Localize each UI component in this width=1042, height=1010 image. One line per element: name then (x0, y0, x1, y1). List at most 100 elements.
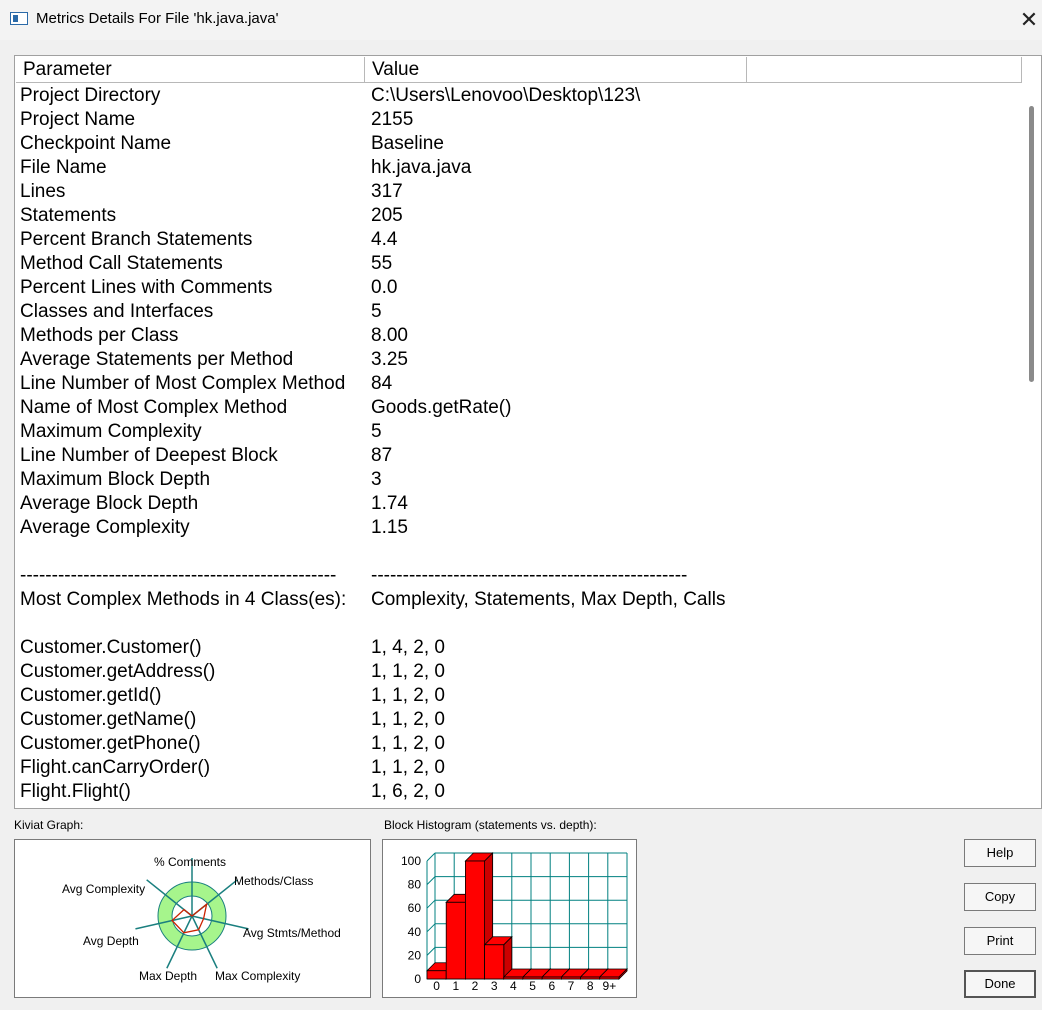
window-title: Metrics Details For File 'hk.java.java' (36, 10, 279, 27)
table-row[interactable]: Customer.getAddress() 1, 1, 2, 0 (20, 660, 1020, 684)
table-row[interactable]: Percent Lines with Comments 0.0 (20, 276, 1020, 300)
histogram-label: Block Histogram (statements vs. depth): (384, 818, 597, 832)
parameter-cell: Customer.getName() (20, 709, 197, 730)
value-cell: 1.15 (371, 517, 408, 538)
table-row[interactable] (20, 612, 1020, 636)
table-row[interactable]: Flight.Flight() 1, 6, 2, 0 (20, 780, 1020, 804)
table-row[interactable]: Percent Branch Statements 4.4 (20, 228, 1020, 252)
parameter-cell: Customer.getPhone() (20, 733, 201, 754)
help-button[interactable]: Help (964, 839, 1036, 867)
table-row[interactable]: Flight.canCarryOrder() 1, 1, 2, 0 (20, 756, 1020, 780)
table-row[interactable]: Lines 317 (20, 180, 1020, 204)
table-row[interactable]: Classes and Interfaces 5 (20, 300, 1020, 324)
x-tick-label: 1 (452, 979, 459, 993)
value-cell: 1, 1, 2, 0 (371, 709, 445, 730)
value-cell: 5 (371, 421, 382, 442)
table-row[interactable]: Customer.getPhone() 1, 1, 2, 0 (20, 732, 1020, 756)
value-cell: 84 (371, 373, 393, 394)
close-icon[interactable]: ✕ (1016, 6, 1042, 34)
histogram-bar (426, 970, 447, 980)
kiviat-axis-label: Max Complexity (215, 969, 301, 983)
x-tick-label: 8 (587, 979, 594, 993)
parameter-cell: Percent Lines with Comments (20, 277, 273, 298)
scrollbar-thumb[interactable] (1029, 106, 1034, 382)
value-cell: Goods.getRate() (371, 397, 512, 418)
kiviat-axis-label: Max Depth (139, 969, 198, 983)
x-tick-label: 5 (529, 979, 536, 993)
parameter-cell: Flight.canCarryOrder() (20, 757, 211, 778)
grid-line (426, 876, 436, 885)
table-row[interactable]: Line Number of Deepest Block 87 (20, 444, 1020, 468)
table-row[interactable]: Customer.Customer() 1, 4, 2, 0 (20, 636, 1020, 660)
grid-line (426, 899, 436, 909)
parameter-cell: Name of Most Complex Method (20, 397, 288, 418)
grid-line (426, 852, 436, 862)
table-row[interactable]: Line Number of Most Complex Method 84 (20, 372, 1020, 396)
app-icon (10, 12, 28, 25)
parameter-cell: Percent Branch Statements (20, 229, 253, 250)
table-row[interactable]: Maximum Block Depth 3 (20, 468, 1020, 492)
table-row[interactable]: Project Name 2155 (20, 108, 1020, 132)
grid-line (426, 923, 436, 933)
parameter-cell: Project Directory (20, 85, 161, 106)
value-cell: ----------------------------------------… (371, 565, 688, 586)
table-row[interactable]: Most Complex Methods in 4 Class(es): Comp… (20, 588, 1020, 612)
table-row[interactable]: Customer.getId() 1, 1, 2, 0 (20, 684, 1020, 708)
kiviat-label: Kiviat Graph: (14, 818, 84, 832)
table-row[interactable]: Maximum Complexity 5 (20, 420, 1020, 444)
table-row[interactable]: Average Block Depth 1.74 (20, 492, 1020, 516)
value-cell: hk.java.java (371, 157, 472, 178)
table-row[interactable]: Statements 205 (20, 204, 1020, 228)
value-cell: 0.0 (371, 277, 398, 298)
table-row[interactable]: Checkpoint Name Baseline (20, 132, 1020, 156)
copy-button[interactable]: Copy (964, 883, 1036, 911)
parameter-cell: ----------------------------------------… (20, 565, 337, 586)
column-header-parameter[interactable]: Parameter (16, 57, 365, 83)
table-row[interactable]: Average Complexity 1.15 (20, 516, 1020, 540)
metrics-table[interactable]: Parameter Value Project Directory C:\User… (14, 55, 1042, 809)
table-row[interactable]: Project Directory C:\Users\Lenovoo\Deskto… (20, 84, 1020, 108)
table-row[interactable]: File Name hk.java.java (20, 156, 1020, 180)
parameter-cell: Lines (20, 181, 66, 202)
x-tick-label: 7 (568, 979, 575, 993)
parameter-cell: Maximum Complexity (20, 421, 202, 442)
table-row[interactable]: Customer.getName() 1, 1, 2, 0 (20, 708, 1020, 732)
x-tick-label: 9+ (603, 979, 617, 993)
kiviat-axis-label: Methods/Class (234, 874, 314, 888)
y-tick-label: 60 (408, 901, 422, 915)
parameter-cell: Average Block Depth (20, 493, 199, 514)
table-row[interactable]: Method Call Statements 55 (20, 252, 1020, 276)
value-cell: 1.74 (371, 493, 408, 514)
parameter-cell: Customer.getAddress() (20, 661, 216, 682)
title-bar: Metrics Details For File 'hk.java.java' … (0, 0, 1042, 40)
table-row[interactable]: Average Statements per Method 3.25 (20, 348, 1020, 372)
value-cell: 1, 1, 2, 0 (371, 685, 445, 706)
y-tick-label: 20 (408, 948, 422, 962)
value-cell: 317 (371, 181, 403, 202)
vertical-scrollbar[interactable] (1023, 84, 1041, 808)
value-cell: 55 (371, 253, 393, 274)
parameter-cell: Project Name (20, 109, 136, 130)
value-cell: 205 (371, 205, 403, 226)
parameter-cell: Maximum Block Depth (20, 469, 211, 490)
y-tick-label: 40 (408, 925, 422, 939)
x-tick-label: 2 (472, 979, 479, 993)
table-body: Project Directory C:\Users\Lenovoo\Deskto… (20, 84, 1020, 804)
parameter-cell: Line Number of Most Complex Method (20, 373, 346, 394)
x-tick-label: 3 (491, 979, 498, 993)
table-row[interactable]: Name of Most Complex Method Goods.getRate… (20, 396, 1020, 420)
table-row[interactable]: ----------------------------------------… (20, 564, 1020, 588)
y-tick-label: 100 (401, 854, 421, 868)
parameter-cell: Average Complexity (20, 517, 190, 538)
parameter-cell: Classes and Interfaces (20, 301, 214, 322)
column-header-value[interactable]: Value (365, 57, 747, 83)
parameter-cell: File Name (20, 157, 107, 178)
done-button[interactable]: Done (964, 970, 1036, 998)
table-row[interactable]: Methods per Class 8.00 (20, 324, 1020, 348)
x-tick-label: 0 (433, 979, 440, 993)
block-histogram: 100 80 60 40 20 0 0 1 2 3 4 5 6 7 8 9+ (382, 839, 637, 998)
kiviat-axis-label: Avg Depth (83, 934, 139, 948)
parameter-cell: Checkpoint Name (20, 133, 172, 154)
print-button[interactable]: Print (964, 927, 1036, 955)
table-row[interactable] (20, 540, 1020, 564)
